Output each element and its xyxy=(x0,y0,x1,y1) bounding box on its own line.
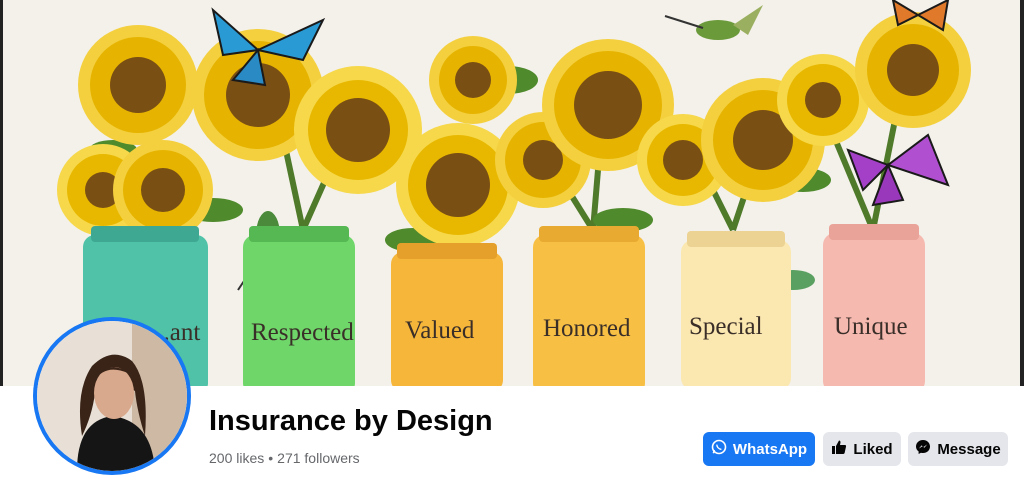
likes-count[interactable]: 200 likes xyxy=(209,450,264,466)
jar-label-6: Unique xyxy=(834,313,908,340)
jar-label-5: Special xyxy=(689,313,763,340)
whatsapp-button[interactable]: WhatsApp xyxy=(703,432,815,466)
liked-button-label: Liked xyxy=(853,440,893,458)
message-button[interactable]: Message xyxy=(908,432,1008,466)
whatsapp-button-label: WhatsApp xyxy=(732,440,808,458)
whatsapp-icon xyxy=(711,439,727,459)
avatar xyxy=(37,321,187,471)
messenger-icon xyxy=(915,439,931,459)
profile-picture[interactable] xyxy=(33,317,191,475)
jar-label-2: Respected xyxy=(251,319,354,346)
message-button-label: Message xyxy=(937,440,1001,458)
thumbs-up-icon xyxy=(831,439,847,459)
followers-count[interactable]: 271 followers xyxy=(277,450,360,466)
page-title: Insurance by Design xyxy=(209,405,493,437)
jar-label-4: Honored xyxy=(543,315,631,342)
cover-illustration: ...ant Respected Valued Honored Special … xyxy=(3,0,1020,386)
liked-button[interactable]: Liked xyxy=(823,432,901,466)
stats-separator: • xyxy=(268,450,274,466)
jar-label-3: Valued xyxy=(405,317,475,344)
page-stats: 200 likes • 271 followers xyxy=(209,450,360,466)
